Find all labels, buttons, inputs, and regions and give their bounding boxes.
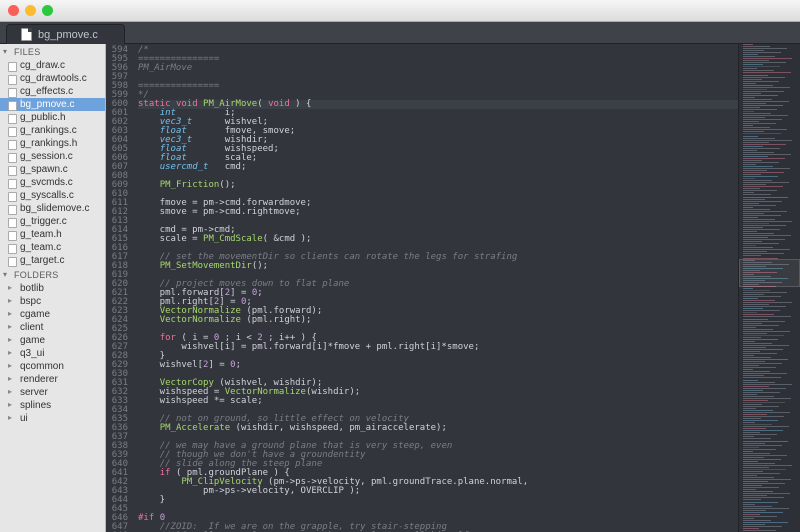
minimize-icon[interactable] xyxy=(25,5,36,16)
sidebar-file-item[interactable]: g_svcmds.c xyxy=(0,176,105,189)
traffic-lights xyxy=(8,5,53,16)
sidebar-files-header[interactable]: FILES xyxy=(0,44,105,59)
minimap[interactable] xyxy=(738,44,800,532)
sidebar-file-item[interactable]: g_target.c xyxy=(0,254,105,267)
sidebar-file-item[interactable]: g_trigger.c xyxy=(0,215,105,228)
gutter: 5945955965975985996006016026036046056066… xyxy=(106,44,134,532)
sidebar-file-item[interactable]: g_team.c xyxy=(0,241,105,254)
code-editor[interactable]: 5945955965975985996006016026036046056066… xyxy=(106,44,800,532)
sidebar-file-item[interactable]: bg_pmove.c xyxy=(0,98,105,111)
sidebar-folder-item[interactable]: server xyxy=(0,386,105,399)
maximize-icon[interactable] xyxy=(42,5,53,16)
tab-label: bg_pmove.c xyxy=(38,29,98,41)
sidebar-file-item[interactable]: g_rankings.c xyxy=(0,124,105,137)
sidebar-file-item[interactable]: g_spawn.c xyxy=(0,163,105,176)
sidebar-file-item[interactable]: g_rankings.h xyxy=(0,137,105,150)
sidebar-folder-item[interactable]: botlib xyxy=(0,282,105,295)
sidebar-file-item[interactable]: cg_draw.c xyxy=(0,59,105,72)
document-icon xyxy=(21,28,32,41)
sidebar-file-item[interactable]: g_public.h xyxy=(0,111,105,124)
sidebar-folder-item[interactable]: cgame xyxy=(0,308,105,321)
sidebar-file-item[interactable]: cg_drawtools.c xyxy=(0,72,105,85)
sidebar-folders-header[interactable]: FOLDERS xyxy=(0,267,105,282)
sidebar-folder-item[interactable]: splines xyxy=(0,399,105,412)
sidebar-folder-item[interactable]: bspc xyxy=(0,295,105,308)
sidebar-file-item[interactable]: g_team.h xyxy=(0,228,105,241)
sidebar[interactable]: FILES cg_draw.ccg_drawtools.ccg_effects.… xyxy=(0,44,106,532)
tab-bar[interactable]: bg_pmove.c xyxy=(0,22,800,44)
sidebar-file-item[interactable]: cg_effects.c xyxy=(0,85,105,98)
sidebar-folder-item[interactable]: qcommon xyxy=(0,360,105,373)
tab-file[interactable]: bg_pmove.c xyxy=(6,24,125,44)
minimap-viewport[interactable] xyxy=(739,259,800,287)
sidebar-folder-item[interactable]: client xyxy=(0,321,105,334)
sidebar-folder-item[interactable]: q3_ui xyxy=(0,347,105,360)
sidebar-folder-item[interactable]: ui xyxy=(0,412,105,425)
sidebar-file-item[interactable]: g_syscalls.c xyxy=(0,189,105,202)
close-icon[interactable] xyxy=(8,5,19,16)
sidebar-file-item[interactable]: g_session.c xyxy=(0,150,105,163)
sidebar-file-item[interactable]: bg_slidemove.c xyxy=(0,202,105,215)
sidebar-folder-item[interactable]: renderer xyxy=(0,373,105,386)
sidebar-folder-item[interactable]: game xyxy=(0,334,105,347)
window-titlebar[interactable] xyxy=(0,0,800,22)
code-area[interactable]: /*===============PM_AirMove=============… xyxy=(134,44,738,532)
